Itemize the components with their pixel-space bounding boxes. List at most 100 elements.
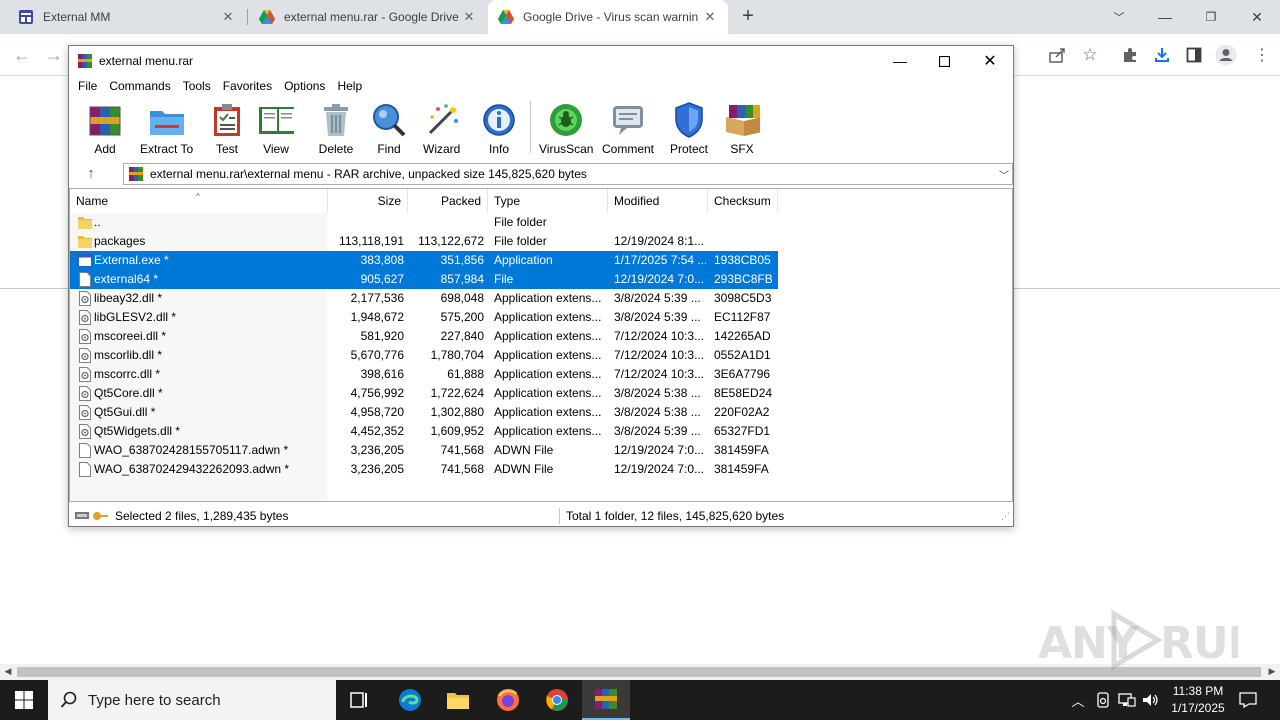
test-button[interactable]: Test bbox=[209, 102, 245, 156]
file-row[interactable]: libGLESV2.dll * 1,948,672 575,200 Applicati… bbox=[70, 308, 778, 327]
delete-button[interactable]: Delete bbox=[318, 102, 354, 156]
file-row[interactable]: mscorrc.dll * 398,616 61,888 Application ex… bbox=[70, 365, 778, 384]
toolbar-label: View bbox=[263, 142, 289, 156]
file-size: 3,236,205 bbox=[350, 462, 404, 476]
new-tab-plus-icon[interactable]: + bbox=[737, 5, 759, 27]
sfx-button[interactable]: SFX bbox=[724, 102, 760, 156]
file-type: File folder bbox=[494, 215, 547, 229]
file-row[interactable]: Qt5Widgets.dll * 4,452,352 1,609,952 Applic… bbox=[70, 422, 778, 441]
browser-tab-external-mm[interactable]: External MM ✕ bbox=[8, 0, 246, 34]
show-hidden-icons-chevron-icon[interactable]: ︿ bbox=[1068, 680, 1088, 720]
file-row[interactable]: libeay32.dll * 2,177,536 698,048 Applicatio… bbox=[70, 289, 778, 308]
extract-to-button[interactable]: Extract To bbox=[140, 102, 193, 156]
file-modified: 12/19/2024 7:0... bbox=[614, 462, 705, 476]
minimize-icon[interactable]: — bbox=[1142, 0, 1188, 34]
column-header-size[interactable]: Size bbox=[328, 189, 408, 213]
file-row[interactable]: WAO_638702429432262093.adwn * 3,236,205 74… bbox=[70, 460, 778, 479]
file-row[interactable]: packages 113,118,191 113,122,672 File folde… bbox=[70, 232, 778, 251]
file-icon bbox=[78, 462, 92, 477]
maximize-icon[interactable] bbox=[921, 46, 967, 76]
file-modified: 7/12/2024 10:3... bbox=[614, 348, 705, 362]
shield-icon bbox=[671, 102, 707, 138]
chevron-down-icon[interactable]: ﹀ bbox=[996, 167, 1012, 182]
close-icon[interactable]: ✕ bbox=[702, 9, 718, 25]
network-icon[interactable] bbox=[1116, 680, 1138, 720]
file-type: File bbox=[494, 272, 514, 286]
taskbar-firefox[interactable] bbox=[484, 680, 532, 720]
bookmark-star-icon[interactable]: ☆ bbox=[1078, 43, 1102, 67]
view-button[interactable]: View bbox=[258, 102, 294, 156]
taskbar-chrome[interactable] bbox=[533, 680, 581, 720]
wizard-button[interactable]: Wizard bbox=[423, 102, 460, 156]
browser-tab-drive-file[interactable]: external menu.rar - Google Drive ✕ bbox=[249, 0, 487, 34]
toolbar-label: SFX bbox=[730, 142, 754, 156]
file-row[interactable]: external64 * 905,627 857,984 File 12/19/2024… bbox=[70, 270, 778, 289]
column-header-modified[interactable]: Modified bbox=[608, 189, 708, 213]
back-arrow-icon[interactable]: ← bbox=[10, 43, 34, 67]
file-row[interactable]: WAO_638702428155705117.adwn * 3,236,205 74… bbox=[70, 441, 778, 460]
menu-help[interactable]: Help bbox=[332, 79, 367, 93]
download-icon[interactable] bbox=[1150, 43, 1174, 67]
file-row[interactable]: Qt5Gui.dll * 4,958,720 1,302,880 Applicatio… bbox=[70, 403, 778, 422]
share-icon[interactable] bbox=[1046, 43, 1070, 67]
file-row[interactable]: Qt5Core.dll * 4,756,992 1,722,624 Applicati… bbox=[70, 384, 778, 403]
close-icon[interactable]: ✕ bbox=[461, 9, 477, 25]
column-header-name[interactable]: Name ^ bbox=[70, 189, 328, 213]
taskbar-search-box[interactable]: Type here to search bbox=[48, 680, 336, 720]
taskbar-edge[interactable] bbox=[386, 680, 434, 720]
close-icon[interactable]: ✕ bbox=[967, 46, 1013, 76]
taskbar-file-explorer[interactable] bbox=[434, 680, 482, 720]
file-row[interactable]: mscoreei.dll * 581,920 227,840 Application … bbox=[70, 327, 778, 346]
close-icon[interactable]: ✕ bbox=[220, 9, 236, 25]
virusscan-button[interactable]: VirusScan bbox=[539, 102, 593, 156]
column-header-packed[interactable]: Packed bbox=[408, 189, 488, 213]
more-menu-icon[interactable]: ⋮ bbox=[1250, 43, 1274, 67]
file-row[interactable]: External.exe * 383,808 351,856 Application 1… bbox=[70, 251, 778, 270]
protect-button[interactable]: Protect bbox=[670, 102, 708, 156]
chrome-icon bbox=[546, 689, 568, 711]
file-type: Application extens... bbox=[494, 329, 602, 343]
column-label: Name bbox=[76, 194, 109, 208]
taskbar-winrar[interactable] bbox=[582, 680, 630, 720]
profile-avatar-icon[interactable] bbox=[1214, 43, 1238, 67]
add-button[interactable]: Add bbox=[87, 102, 123, 156]
restore-icon[interactable]: ❐ bbox=[1188, 0, 1234, 34]
device-icon[interactable] bbox=[1092, 680, 1114, 720]
start-button[interactable] bbox=[0, 680, 48, 720]
minimize-icon[interactable]: — bbox=[877, 46, 923, 76]
column-header-type[interactable]: Type bbox=[488, 189, 608, 213]
file-row[interactable]: .. File folder bbox=[70, 213, 778, 232]
menu-tools[interactable]: Tools bbox=[178, 79, 216, 93]
browser-tab-virus-scan[interactable]: Google Drive - Virus scan warnin ✕ bbox=[488, 0, 728, 34]
info-button[interactable]: Info bbox=[481, 102, 517, 156]
volume-icon[interactable] bbox=[1140, 680, 1162, 720]
toolbar-label: VirusScan bbox=[539, 142, 594, 156]
task-view-button[interactable] bbox=[336, 680, 384, 720]
forward-arrow-icon[interactable]: → bbox=[42, 43, 66, 67]
resize-grip-icon[interactable]: ⋰ bbox=[1001, 511, 1010, 522]
notifications-icon[interactable] bbox=[1236, 680, 1260, 720]
extensions-puzzle-icon[interactable] bbox=[1118, 43, 1142, 67]
column-header-checksum[interactable]: Checksum bbox=[708, 189, 778, 213]
sfx-box-icon bbox=[724, 102, 760, 138]
file-checksum: 3098C5D3 bbox=[714, 291, 772, 305]
taskbar-clock[interactable]: 11:38 PM 1/17/2025 bbox=[1160, 683, 1236, 717]
menu-options[interactable]: Options bbox=[279, 79, 330, 93]
tab-search-chevron-icon[interactable]: ﹀ bbox=[1096, 0, 1142, 34]
file-modified: 12/19/2024 8:1... bbox=[614, 234, 705, 248]
drive-status-icon bbox=[75, 512, 108, 520]
find-button[interactable]: Find bbox=[371, 102, 407, 156]
menu-favorites[interactable]: Favorites bbox=[218, 79, 277, 93]
up-arrow-icon[interactable]: ↑ bbox=[79, 165, 103, 183]
close-icon[interactable]: ✕ bbox=[1234, 0, 1280, 34]
file-name: External.exe * bbox=[94, 253, 169, 267]
menu-file[interactable]: File bbox=[73, 79, 102, 93]
comment-button[interactable]: Comment bbox=[602, 102, 654, 156]
side-panel-icon[interactable] bbox=[1182, 43, 1206, 67]
menu-commands[interactable]: Commands bbox=[104, 79, 175, 93]
scroll-right-icon[interactable]: ▶ bbox=[1266, 666, 1278, 677]
scroll-left-icon[interactable]: ◀ bbox=[2, 666, 14, 677]
archive-path-field[interactable]: external menu.rar\external menu - RAR ar… bbox=[123, 163, 1013, 185]
file-packed: 698,048 bbox=[440, 291, 484, 305]
file-row[interactable]: mscorlib.dll * 5,670,776 1,780,704 Applicat… bbox=[70, 346, 778, 365]
